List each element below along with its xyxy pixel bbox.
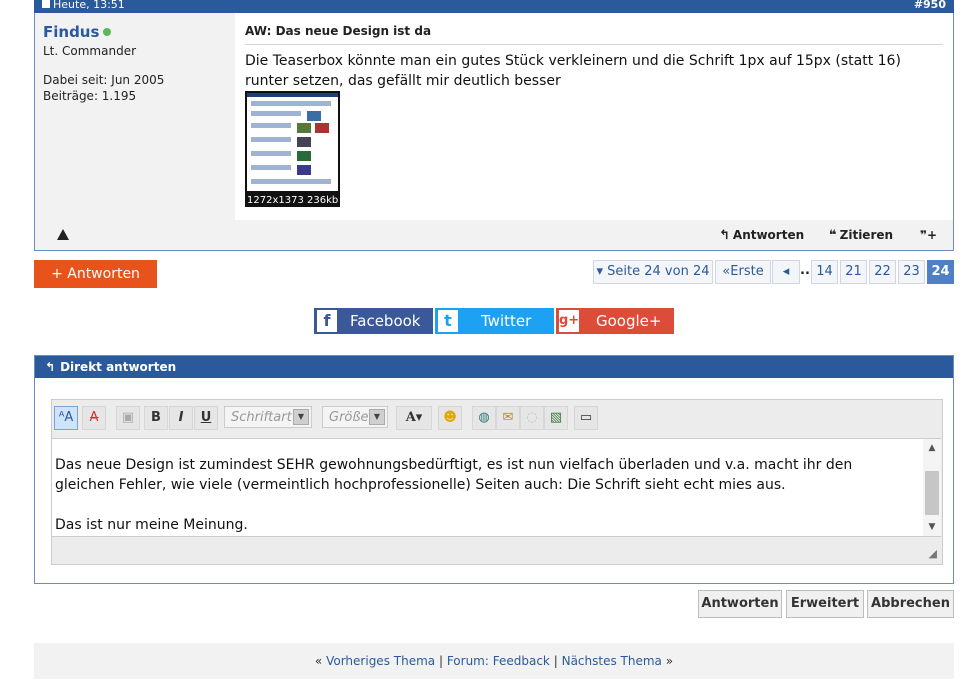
message-paragraph: Das ist nur meine Meinung. [55,517,248,533]
quick-reply-header: ↰ Direkt antworten [35,356,953,378]
post-reply-button[interactable]: ↰ Antworten [719,228,804,243]
facebook-icon: f [317,310,337,332]
previous-thread-link[interactable]: Vorheriges Thema [326,654,435,668]
quick-reply-panel: ↰ Direkt antworten ᴬA A̶ ▣ B I U Schrifta… [34,355,954,584]
chevron-down-icon: ▼ [369,409,385,425]
message-textarea[interactable]: Das neue Design ist zumindest SEHR gewoh… [52,438,941,537]
post-footer: ↰ Antworten ❝ Zitieren ❞+ [35,221,953,250]
bold-button[interactable]: B [144,406,168,430]
post-title-divider [245,44,943,45]
quote-icon: ❝ [829,228,837,243]
post-content: AW: Das neue Design ist da Die Teaserbox… [235,13,953,220]
first-page-link[interactable]: «Erste [715,260,771,284]
google-plus-icon: g+ [559,310,579,332]
twitter-share-button[interactable]: t Twitter [435,308,554,334]
multiquote-icon[interactable]: ❞+ [920,228,937,242]
editor: ᴬA A̶ ▣ B I U Schriftart ▼ Größe ▼ A▾ ☻ ◍ … [51,399,943,565]
advanced-button[interactable]: Erweitert [786,590,864,618]
online-status-icon [103,28,112,36]
username-link[interactable]: Findus [43,23,99,41]
thread-navigation: « Vorheriges Thema | Forum: Feedback | N… [34,643,954,679]
text-color-button[interactable]: A▾ [396,406,432,430]
user-info: Findus Lt. Commander Dabei seit: Jun 200… [43,23,233,104]
user-join-date: Dabei seit: Jun 2005 [43,73,165,87]
chevron-down-icon: ▼ [293,409,309,425]
warning-icon[interactable] [57,229,69,240]
scroll-down-icon[interactable]: ▼ [923,520,941,534]
attachment-preview-image [247,93,338,191]
page-link[interactable]: 14 [811,260,838,284]
reply-arrow-icon: ↰ [45,360,56,374]
font-family-select[interactable]: Schriftart ▼ [224,406,312,428]
attachment-caption: 1272x1373 236kb [247,195,339,206]
wysiwyg-toggle-icon[interactable]: ᴬA [54,406,78,430]
user-post-count: Beiträge: 1.195 [43,89,137,103]
forum-link[interactable]: Forum: Feedback [447,654,550,668]
underline-button[interactable]: U [194,406,218,430]
scroll-up-icon[interactable]: ▲ [923,441,941,455]
page-jump-dropdown[interactable]: ▾ Seite 24 von 24 [593,260,713,284]
google-share-button[interactable]: g+ Google+ [556,308,674,334]
cancel-button[interactable]: Abbrechen [867,590,954,618]
page-link[interactable]: 21 [840,260,867,284]
post-header-bar: Heute, 13:51 #950 [34,0,954,13]
post-text: Die Teaserbox könnte man ein gutes Stück… [245,53,901,89]
italic-button[interactable]: I [169,406,193,430]
post-container: Findus Lt. Commander Dabei seit: Jun 200… [34,13,954,251]
unlink-icon[interactable]: ◌ [520,406,544,430]
post-quote-button[interactable]: ❝ Zitieren [829,228,893,243]
email-icon[interactable]: ✉ [496,406,520,430]
message-paragraph: Das neue Design ist zumindest SEHR gewoh… [55,457,853,493]
submit-reply-button[interactable]: Antworten [698,590,782,618]
smiley-icon[interactable]: ☻ [438,406,462,430]
prev-page-icon[interactable]: ◂ [772,260,800,284]
resize-handle-icon[interactable]: ◢ [929,547,937,560]
page-link[interactable]: 22 [869,260,896,284]
user-rank: Lt. Commander [43,44,137,58]
calendar-icon [42,0,50,8]
editor-toolbar: ᴬA A̶ ▣ B I U Schriftart ▼ Größe ▼ A▾ ☻ ◍ … [52,400,942,436]
image-icon[interactable]: ▧ [544,406,568,430]
right-guillemet: » [665,654,674,668]
next-thread-link[interactable]: Nächstes Thema [562,654,662,668]
twitter-icon: t [438,310,458,332]
facebook-share-button[interactable]: f Facebook [314,308,433,334]
paste-icon[interactable]: ▣ [116,406,140,430]
post-number-link[interactable]: #950 [914,0,946,10]
post-title: AW: Das neue Design ist da [245,24,432,38]
pagination: ▾ Seite 24 von 24 «Erste ◂ ... 14 21 22 … [0,260,971,284]
remove-format-icon[interactable]: A̶ [82,406,106,430]
textarea-scrollbar[interactable]: ▲ ▼ [923,439,941,536]
quote-icon[interactable]: ▭ [574,406,598,430]
attachment-thumbnail[interactable]: 1272x1373 236kb [245,91,340,207]
scrollbar-thumb[interactable] [925,471,939,515]
page-link[interactable]: 23 [898,260,925,284]
post-date: Heute, 13:51 [42,0,125,10]
reply-arrow-icon: ↰ [719,228,730,243]
left-guillemet: « [314,654,323,668]
link-icon[interactable]: ◍ [472,406,496,430]
current-page: 24 [927,260,954,284]
font-size-select[interactable]: Größe ▼ [322,406,388,428]
